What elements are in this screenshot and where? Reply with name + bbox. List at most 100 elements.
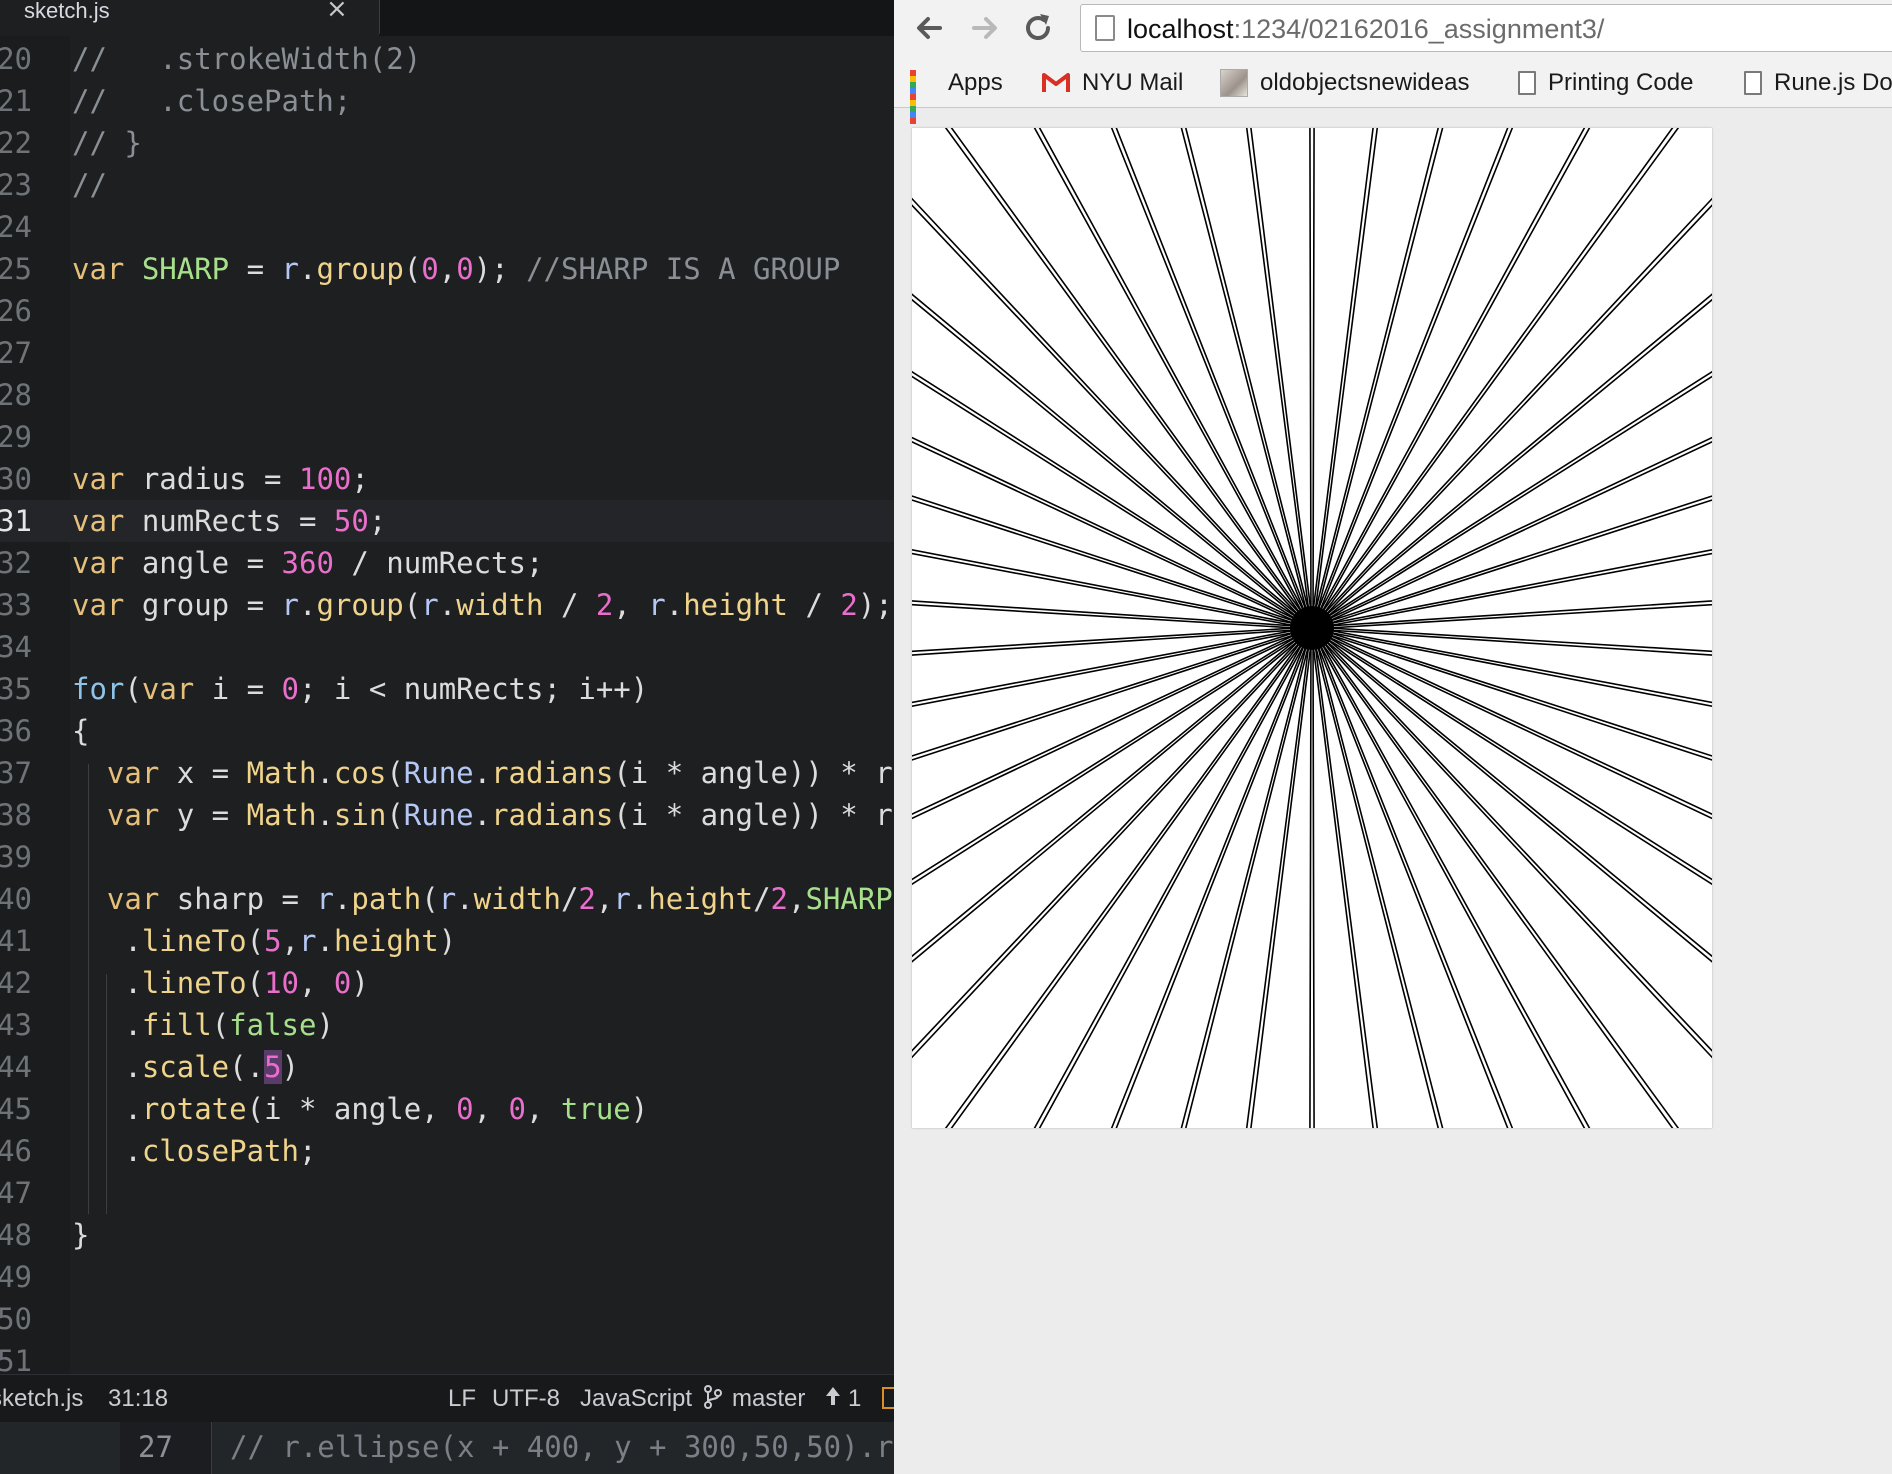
code-line[interactable]: 43 .fill(false) <box>0 1004 894 1046</box>
code-token: ) <box>438 924 457 958</box>
status-warning-badge[interactable] <box>882 1387 894 1409</box>
status-cursor-position[interactable]: 31:18 <box>108 1385 168 1413</box>
code-line[interactable]: 41 .lineTo(5,r.height) <box>0 920 894 962</box>
sharp-spike <box>1310 626 1514 1128</box>
page-icon <box>1095 15 1115 41</box>
code-token: = <box>229 252 282 286</box>
code-token: . <box>473 756 492 790</box>
code-line[interactable]: 36 { <box>0 710 894 752</box>
line-number: 34 <box>0 630 32 664</box>
bookmark-rune-js-docs[interactable]: Rune.js Do <box>1744 64 1892 102</box>
code-token: group <box>316 588 404 622</box>
code-token: . <box>316 924 334 958</box>
code-line[interactable]: 40 var sharp = r.path(r.width/2,r.height… <box>0 878 894 920</box>
code-line[interactable]: 23 // <box>0 164 894 206</box>
tab-sketch-js[interactable]: sketch.js × <box>0 0 380 36</box>
status-line-ending[interactable]: LF <box>448 1385 476 1413</box>
code-line[interactable]: 21 // .closePath; <box>0 80 894 122</box>
url-text[interactable]: localhost:1234/02162016_assignment3/ <box>1127 14 1604 45</box>
line-number: 37 <box>0 756 32 790</box>
line-number: 48 <box>0 1218 32 1252</box>
sharp-spike <box>1309 627 1315 1128</box>
code-line[interactable]: 34 <box>0 626 894 668</box>
code-token: i = <box>211 672 282 706</box>
code-line[interactable]: 26 <box>0 290 894 332</box>
code-line[interactable]: 27 <box>0 332 894 374</box>
code-line[interactable]: 29 <box>0 416 894 458</box>
status-grammar[interactable]: JavaScript <box>580 1385 692 1413</box>
sharp-spike <box>1310 370 1712 630</box>
code-line[interactable]: 37 var x = Math.cos(Rune.radians(i * ang… <box>0 752 894 794</box>
address-bar[interactable]: localhost:1234/02162016_assignment3/ <box>1080 4 1892 52</box>
git-branch-icon <box>704 1385 722 1416</box>
code-token: (i <box>613 756 666 790</box>
reload-icon[interactable] <box>1018 8 1058 48</box>
code-line[interactable]: 24 <box>0 206 894 248</box>
bookmark-printing-code[interactable]: Printing Code <box>1518 64 1693 102</box>
close-tab-icon[interactable]: × <box>326 0 348 24</box>
line-number: 47 <box>0 1176 32 1210</box>
code-line[interactable]: 31 var numRects = 50; <box>0 500 894 542</box>
code-area[interactable]: 20// .strokeWidth(2) 21// .closePath; 22//… <box>0 38 894 1382</box>
code-token: . <box>316 798 334 832</box>
code-token: * angle)) * rad <box>665 756 894 790</box>
code-token: var <box>141 672 212 706</box>
code-token: . <box>333 882 352 916</box>
status-encoding[interactable]: UTF-8 <box>492 1385 560 1413</box>
sharp-spike <box>912 626 1314 886</box>
line-number: 24 <box>0 210 32 244</box>
code-line[interactable]: 33 var group = r.group(r.width / 2, r.hei… <box>0 584 894 626</box>
code-token: / numRects; <box>333 546 544 580</box>
code-line[interactable]: 45 .rotate(i * angle, 0, 0, true) <box>0 1088 894 1130</box>
code-token: rotate <box>141 1092 247 1126</box>
code-line[interactable]: 50 <box>0 1298 894 1340</box>
status-commits-ahead[interactable]: 1 <box>848 1385 861 1413</box>
code-line[interactable]: 39 <box>0 836 894 878</box>
code-token: . <box>438 588 457 622</box>
code-line[interactable]: 44 .scale(.5) <box>0 1046 894 1088</box>
bookmark-oldobjectsnewideas[interactable]: oldobjectsnewideas <box>1220 64 1469 102</box>
sharp-spike <box>912 626 1314 820</box>
bookmark-nyu-mail[interactable]: NYU Mail <box>1042 64 1183 102</box>
code-line[interactable]: 47 <box>0 1172 894 1214</box>
sharp-spike <box>1310 197 1712 630</box>
code-token: // <box>72 168 107 202</box>
back-arrow-icon[interactable] <box>910 8 950 48</box>
code-token: radius = <box>141 462 299 496</box>
status-file-name[interactable]: sketch.js <box>0 1385 83 1413</box>
bookmark-apps[interactable]: Apps <box>910 64 1003 124</box>
center-hub <box>1290 606 1334 650</box>
code-token: ; <box>368 504 387 538</box>
sharp-spike <box>1310 626 1712 886</box>
code-line[interactable]: 30 var radius = 100; <box>0 458 894 500</box>
code-line[interactable]: 25 var SHARP = r.group(0,0); //SHARP IS A… <box>0 248 894 290</box>
code-line[interactable]: 46 .closePath; <box>0 1130 894 1172</box>
line-number: 45 <box>0 1092 32 1126</box>
code-line[interactable]: 20 // .strokeWidth(2) <box>0 38 894 80</box>
line-number: 29 <box>0 420 32 454</box>
indent-guide <box>88 764 89 1214</box>
code-line[interactable]: 22 // } <box>0 122 894 164</box>
code-line[interactable]: 32 var angle = 360 / numRects; <box>0 542 894 584</box>
code-token: ( <box>246 924 265 958</box>
code-token: path <box>351 882 422 916</box>
code-line[interactable]: 38 var y = Math.sin(Rune.radians(i * ang… <box>0 794 894 836</box>
code-token: SHARP <box>805 882 893 916</box>
bottom-code-line[interactable]: // r.ellipse(x + 400, y + 300,50,50).ro <box>230 1430 894 1464</box>
sharp-spike <box>1310 626 1712 820</box>
code-token: Math <box>246 756 317 790</box>
code-line[interactable]: 35 for(var i = 0; i < numRects; i++) <box>0 668 894 710</box>
sharp-spike <box>1310 626 1712 1059</box>
line-number: 27 <box>0 336 32 370</box>
code-line[interactable]: 42 .lineTo(10, 0) <box>0 962 894 1004</box>
bookmark-label: NYU Mail <box>1082 69 1184 96</box>
code-line[interactable]: 49 <box>0 1256 894 1298</box>
code-line[interactable]: 48} <box>0 1214 894 1256</box>
code-token: 0 <box>508 1092 526 1126</box>
forward-arrow-icon[interactable] <box>964 8 1004 48</box>
status-branch[interactable]: master <box>732 1385 805 1413</box>
code-token: lineTo <box>141 966 247 1000</box>
line-number: 46 <box>0 1134 32 1168</box>
line-number: 22 <box>0 126 32 160</box>
code-line[interactable]: 28 <box>0 374 894 416</box>
